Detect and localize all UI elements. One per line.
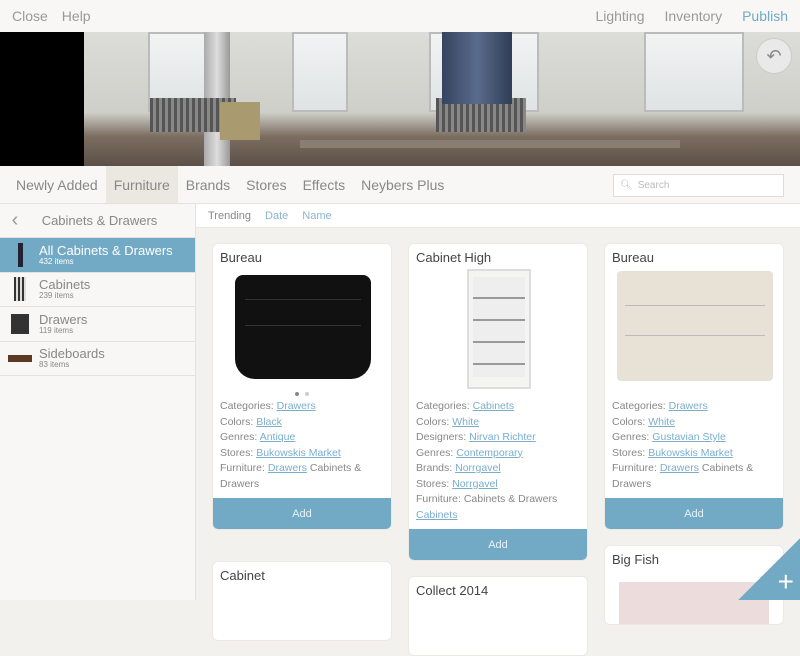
product-card[interactable]: Cabinet	[212, 561, 392, 641]
product-title: Bureau	[612, 250, 654, 265]
tab-stores[interactable]: Stores	[238, 166, 294, 203]
tab-neybers-plus[interactable]: Neybers Plus	[353, 166, 452, 203]
property-link[interactable]: Drawers	[277, 400, 316, 412]
add-fab-button[interactable]: +	[738, 538, 800, 600]
add-button[interactable]: Add	[605, 498, 783, 529]
sidebar-title: Cabinets & Drawers	[41, 213, 158, 228]
tab-newly-added[interactable]: Newly Added	[0, 166, 106, 203]
cabinet-thumbnail	[6, 242, 34, 267]
property-link[interactable]: White	[648, 416, 675, 428]
property-link[interactable]: Black	[256, 416, 282, 428]
product-card[interactable]: Bureau Categories: Drawers Colors: White Ge…	[604, 243, 784, 530]
sort-trending[interactable]: Trending	[208, 210, 251, 222]
product-image[interactable]	[605, 269, 783, 389]
tab-brands[interactable]: Brands	[178, 166, 238, 203]
top-bar: Close Help Lighting Inventory Publish	[0, 0, 800, 32]
lighting-button[interactable]: Lighting	[595, 8, 644, 24]
product-property: Furniture: Drawers Cabinets & Drawers	[220, 462, 362, 490]
product-title: Cabinet High	[416, 250, 492, 265]
property-link[interactable]: Norrgavel	[455, 462, 501, 474]
property-link[interactable]: Bukowskis Market	[648, 447, 733, 459]
product-card[interactable]: Collect 2014	[408, 576, 588, 656]
product-property: Colors: White	[416, 415, 480, 428]
product-property: Stores: Bukowskis Market	[612, 446, 733, 459]
property-link[interactable]: Drawers	[268, 462, 307, 474]
search-icon: 🔍︎	[620, 180, 633, 191]
add-button[interactable]: Add	[213, 498, 391, 529]
product-property: Categories: Drawers	[612, 400, 708, 412]
property-link[interactable]: White	[452, 416, 479, 428]
room-preview[interactable]: ↶	[0, 32, 800, 166]
property-link[interactable]: Cabinets	[416, 509, 457, 521]
product-title: Cabinet	[220, 568, 265, 583]
sidebar-item-sideboards[interactable]: Sideboards 83 items	[0, 342, 195, 376]
undo-icon[interactable]: ↶	[756, 38, 792, 74]
product-image[interactable]	[409, 269, 587, 389]
search-input[interactable]: 🔍︎ Search	[613, 174, 784, 197]
property-link[interactable]: Contemporary	[456, 447, 523, 459]
plus-icon: +	[777, 566, 794, 597]
product-title: Bureau	[220, 250, 262, 265]
product-property: Genres: Gustavian Style	[612, 431, 726, 443]
tab-furniture[interactable]: Furniture	[105, 166, 178, 203]
sort-bar: Trending Date Name	[196, 204, 800, 228]
category-tabs: Newly Added Furniture Brands Stores Effe…	[0, 166, 800, 204]
property-link[interactable]: Drawers	[660, 462, 699, 474]
product-title: Collect 2014	[416, 583, 489, 598]
sideboard-thumbnail	[6, 346, 34, 370]
product-property: Genres: Antique	[220, 431, 296, 443]
room-image	[84, 32, 800, 166]
property-link[interactable]: Norrgavel	[452, 478, 498, 490]
sidebar: ‹ Cabinets & Drawers All Cabinets & Drawe…	[0, 204, 196, 600]
product-property: Brands: Norrgavel	[416, 462, 501, 474]
image-pager[interactable]	[409, 389, 587, 399]
product-property: Categories: Drawers	[220, 400, 316, 412]
property-link[interactable]: Antique	[260, 431, 296, 443]
product-property: Designers: Nirvan Richter	[416, 431, 536, 443]
drawer-thumbnail	[6, 312, 34, 336]
product-property: Stores: Norrgavel	[416, 477, 498, 490]
tab-effects[interactable]: Effects	[295, 166, 354, 203]
inventory-button[interactable]: Inventory	[664, 8, 722, 24]
cabinet-thumbnail	[6, 277, 34, 302]
product-property: Categories: Cabinets	[416, 400, 515, 412]
product-image[interactable]	[213, 269, 391, 389]
property-link[interactable]: Cabinets	[473, 400, 514, 412]
property-link[interactable]: Bukowskis Market	[256, 447, 341, 459]
product-property: Furniture: Cabinets & Drawers Cabinets	[416, 493, 558, 521]
product-property: Stores: Bukowskis Market	[220, 446, 341, 459]
sidebar-item-all[interactable]: All Cabinets & Drawers 432 items	[0, 238, 195, 273]
help-button[interactable]: Help	[62, 8, 91, 24]
product-property: Colors: Black	[220, 415, 282, 428]
property-link[interactable]: Gustavian Style	[652, 431, 726, 443]
sort-date[interactable]: Date	[265, 210, 288, 222]
back-chevron-icon[interactable]: ‹	[0, 209, 30, 232]
property-link[interactable]: Nirvan Richter	[469, 431, 536, 443]
product-card[interactable]: Bureau Categories: Drawers Colors: Black Ge…	[212, 243, 392, 530]
image-pager[interactable]	[213, 389, 391, 399]
product-property: Genres: Contemporary	[416, 446, 523, 459]
product-property: Furniture: Drawers Cabinets & Drawers	[612, 462, 754, 490]
sort-name[interactable]: Name	[302, 210, 331, 222]
sidebar-item-cabinets[interactable]: Cabinets 239 items	[0, 273, 195, 307]
product-property: Colors: White	[612, 415, 676, 428]
property-link[interactable]: Drawers	[669, 400, 708, 412]
add-button[interactable]: Add	[409, 529, 587, 560]
close-button[interactable]: Close	[12, 8, 48, 24]
publish-button[interactable]: Publish	[742, 8, 788, 24]
sidebar-item-drawers[interactable]: Drawers 119 items	[0, 307, 195, 342]
image-pager[interactable]	[605, 389, 783, 399]
product-card[interactable]: Cabinet High Categories: Cabinets Colors: …	[408, 243, 588, 561]
